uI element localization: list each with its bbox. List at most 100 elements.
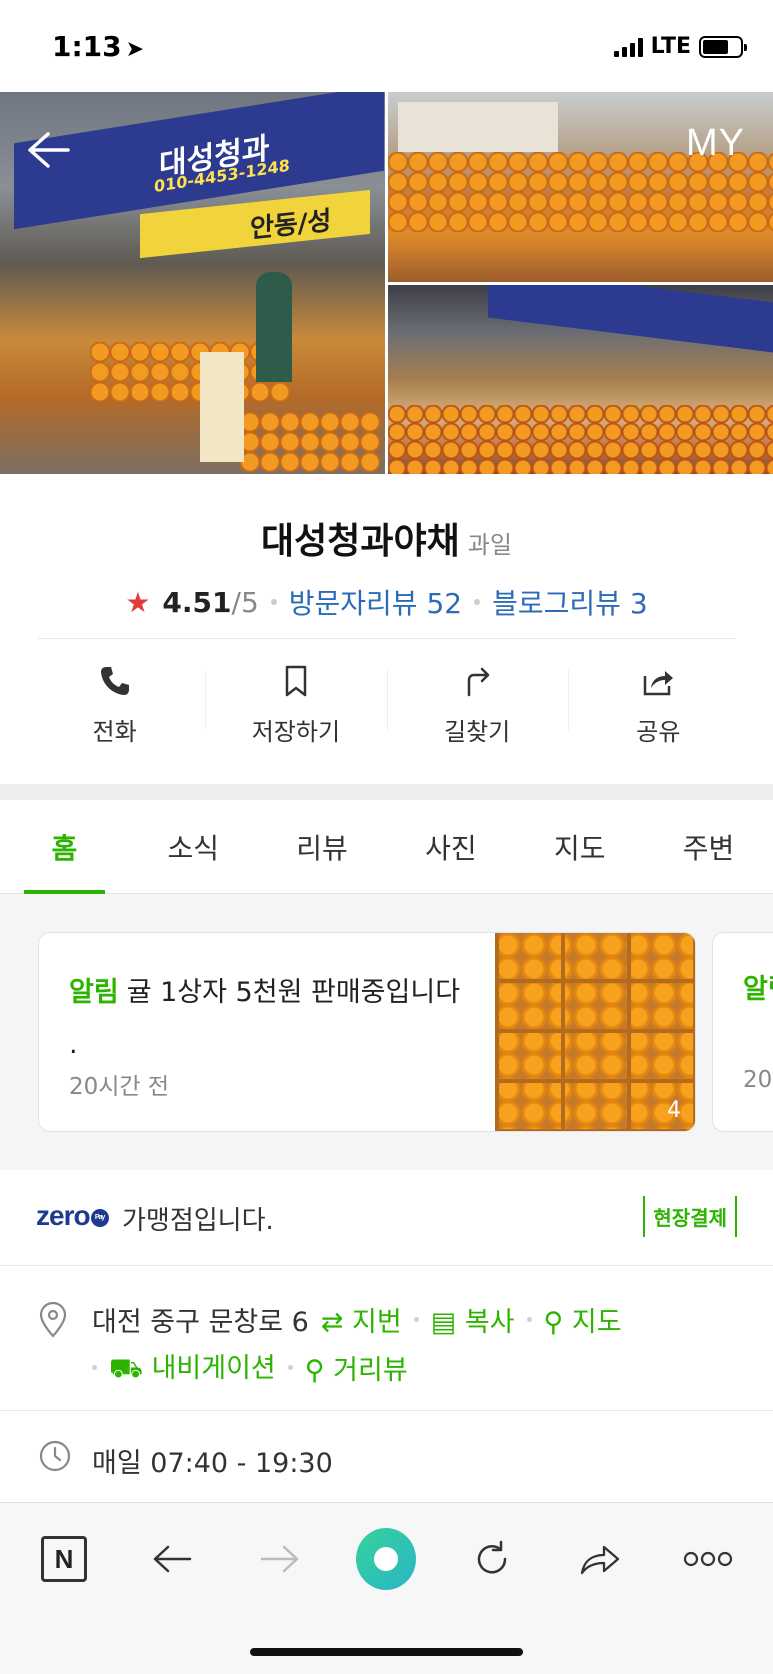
location-pin-icon [38,1301,68,1342]
place-title: 대성청과야채 과일 [0,512,773,564]
section-gap [0,784,773,800]
home-indicator [250,1648,523,1656]
green-dot-button[interactable] [356,1528,416,1590]
notice-thumbnail[interactable]: 4 [495,933,695,1131]
phone-icon [100,666,129,695]
status-time: 1:13 ➤ [52,30,145,63]
signal-icon [613,37,643,57]
location-arrow-icon: ➤ [125,37,145,62]
back-button[interactable] [26,130,70,177]
network-label: LTE [650,34,691,59]
browser-share-button[interactable] [570,1531,630,1587]
fruit-box [200,352,244,462]
fruit-pile [240,412,380,472]
separator-dot [413,1317,419,1322]
address-text: 대전 중구 문창로 6 [92,1307,309,1338]
call-button[interactable]: 전화 [24,640,205,770]
clock-icon [38,1439,72,1477]
rating-score: 4.51/5 [162,585,259,619]
photo-count: 4 [667,1098,681,1123]
battery-icon [699,35,747,58]
address-actions: ⛟ 내비게이션 ⚲ 거리뷰 [92,1346,408,1388]
action-bar: 전화 저장하기 길찾기 공유 [24,640,749,770]
address-line: 대전 중구 문창로 6 ⇄ 지번 ▤ 복사 ⚲ 지도 [92,1300,622,1339]
tab-map[interactable]: 지도 [515,800,644,893]
notice-card-next[interactable]: 알림 20 [712,932,773,1132]
separator-dot [287,1364,293,1370]
divider [38,638,735,639]
arrow-left-icon [28,132,70,168]
more-icon [683,1551,733,1567]
tab-news[interactable]: 소식 [129,800,258,893]
tab-photos[interactable]: 사진 [386,800,515,893]
share-arrow-icon [580,1545,620,1575]
zeropay-logo: zero Pay [36,1200,109,1232]
status-indicators: LTE [613,34,747,59]
street-view-button[interactable]: ⚲ 거리뷰 [305,1348,408,1387]
place-info: 대성청과야채 과일 ★ 4.51/5 방문자리뷰 52 블로그리뷰 3 [0,474,773,622]
my-button[interactable]: MY [686,122,745,165]
share-icon [644,670,674,695]
reload-button[interactable] [462,1531,522,1587]
tab-reviews[interactable]: 리뷰 [258,800,387,893]
share-label: 공유 [636,717,681,746]
browser-back-button[interactable] [142,1531,202,1587]
yellow-sign-text: 안동/성 [250,205,332,245]
notice-tag: 알림 [69,977,119,1008]
separator-dot [526,1317,532,1322]
browser-forward-button[interactable] [250,1531,310,1587]
photo-bottom-right[interactable] [388,285,773,474]
lot-number-button[interactable]: ⇄ 지번 [321,1300,402,1339]
rating-row: ★ 4.51/5 방문자리뷰 52 블로그리뷰 3 [0,582,773,622]
separator-dot [270,599,277,605]
arrow-right-icon [260,1545,299,1573]
more-button[interactable] [678,1531,738,1587]
copy-icon: ▤ [430,1307,457,1338]
browser-toolbar: N [0,1502,773,1674]
address-section: 대전 중구 문창로 6 ⇄ 지번 ▤ 복사 ⚲ 지도 ⛟ 내비게이션 ⚲ 거리뷰 [0,1266,773,1410]
visitor-review-link[interactable]: 방문자리뷰 52 [289,582,462,622]
status-bar: 1:13 ➤ LTE [0,0,773,92]
green-dot-icon [356,1528,416,1590]
pin-icon: ⚲ [304,1354,325,1386]
arrow-left-icon [153,1545,192,1573]
map-button[interactable]: ⚲ 지도 [544,1300,622,1339]
bookmark-icon [285,665,307,696]
place-name: 대성청과야채 [261,521,460,562]
hours-text: 매일 07:40 - 19:30 [92,1448,333,1479]
notice-time: 20 [743,1067,773,1093]
zeropay-row[interactable]: zero Pay 가맹점입니다. 현장결제 [0,1170,773,1266]
share-button[interactable]: 공유 [567,640,749,770]
notice-time: 20시간 전 [69,1074,170,1100]
tab-home[interactable]: 홈 [0,800,129,894]
star-icon: ★ [125,585,151,619]
reload-icon [477,1540,507,1574]
naver-home-button[interactable]: N [34,1531,94,1587]
navigation-button[interactable]: ⛟ 내비게이션 [109,1346,276,1388]
store-banner-2 [488,285,773,353]
call-label: 전화 [92,717,137,746]
save-label: 저장하기 [251,717,341,746]
notice-carousel[interactable]: 알림귤 1상자 5천원 판매중입니다 . 20시간 전 4 알림 20 [0,894,773,1170]
notice-card[interactable]: 알림 귤 1상자 5천원 판매중입니다 . 20시간 전 4 [38,932,696,1132]
hours-section[interactable]: 매일 07:40 - 19:30 [0,1410,773,1502]
blog-review-link[interactable]: 블로그리뷰 3 [492,582,648,622]
fruit-display [388,405,773,474]
tab-nearby[interactable]: 주변 [644,800,773,893]
onsite-payment-badge: 현장결제 [643,1196,737,1237]
save-button[interactable]: 저장하기 [205,640,386,770]
directions-button[interactable]: 길찾기 [386,640,568,770]
car-icon: ⛟ [109,1353,143,1384]
naver-n-icon: N [41,1536,87,1582]
separator-dot [92,1364,97,1370]
copy-button[interactable]: ▤ 복사 [431,1300,515,1339]
swap-icon: ⇄ [320,1307,344,1338]
photo-gallery[interactable]: 대성청과 010-4453-1248 안동/성 MY [0,92,773,474]
notice-body: 귤 1상자 5천원 판매중입니다 [126,977,461,1008]
vendor-figure [256,272,292,382]
zeropay-text: 가맹점입니다. [122,1206,274,1236]
photo-top-right[interactable] [388,92,773,282]
tab-bar: 홈 소식 리뷰 사진 지도 주변 [0,800,773,894]
notice-text: 알림 귤 1상자 5천원 판매중입니다 . [69,967,489,1071]
directions-label: 길찾기 [444,717,511,746]
